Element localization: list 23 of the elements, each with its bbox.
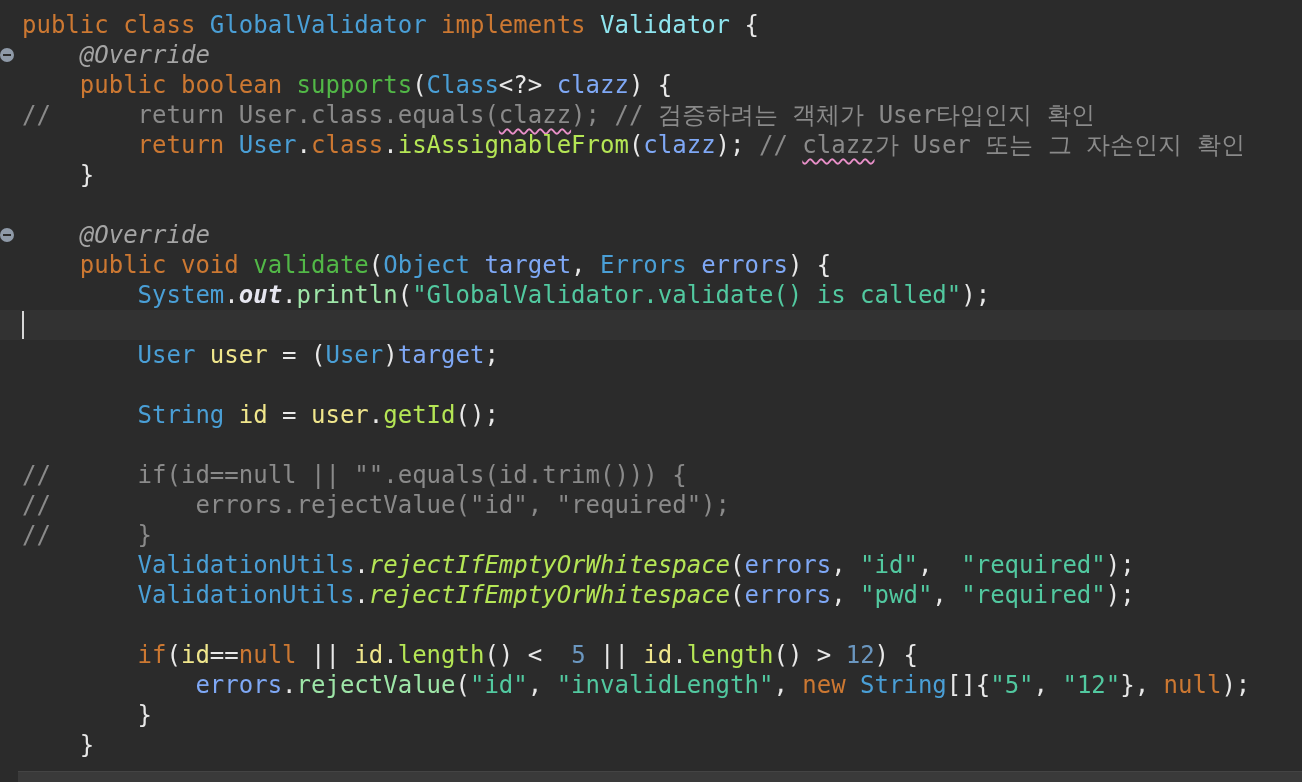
code-line: ValidationUtils.rejectIfEmptyOrWhitespace(errors, "id", "required"); — [136, 550, 1135, 580]
code-line: } — [136, 700, 153, 730]
horizontal-scrollbar[interactable] — [18, 771, 1302, 782]
code-line: if(id==null || id.length() < 5 || id.length() > 12) { — [136, 640, 918, 670]
code-line: // return User.class.equals(clazz); // 검증하려는 객체가 User타입인지 확인 — [22, 100, 1095, 130]
collapse-icon[interactable] — [0, 48, 14, 62]
code-line: String id = user.getId(); — [136, 400, 499, 430]
code-line: User user = (User)target; — [136, 340, 499, 370]
code-line: // if(id==null || "".equals(id.trim())) { — [22, 460, 687, 490]
code-line: // errors.rejectValue("id", "required"); — [22, 490, 730, 520]
code-line: } — [78, 730, 95, 760]
collapse-icon[interactable] — [0, 228, 14, 242]
code-line: } — [78, 160, 95, 190]
code-line: System.out.println("GlobalValidator.validate() is called"); — [136, 280, 991, 310]
code-line: // } — [22, 520, 153, 550]
code-line: @Override — [78, 40, 210, 70]
code-line: errors.rejectValue("id", "invalidLength", new String[]{"5", "12"}, null); — [194, 670, 1251, 700]
code-line: public class GlobalValidator implements Validator { — [22, 10, 759, 40]
code-line: public boolean supports(Class<?> clazz) { — [78, 70, 673, 100]
code-line: @Override — [78, 220, 210, 250]
code-line: ValidationUtils.rejectIfEmptyOrWhitespace(errors, "pwd", "required"); — [136, 580, 1135, 610]
code-line: return User.class.isAssignableFrom(clazz); // clazz가 User 또는 그 자손인지 확인 — [136, 130, 1245, 160]
code-line: public void validate(Object target, Errors errors) { — [78, 250, 832, 280]
